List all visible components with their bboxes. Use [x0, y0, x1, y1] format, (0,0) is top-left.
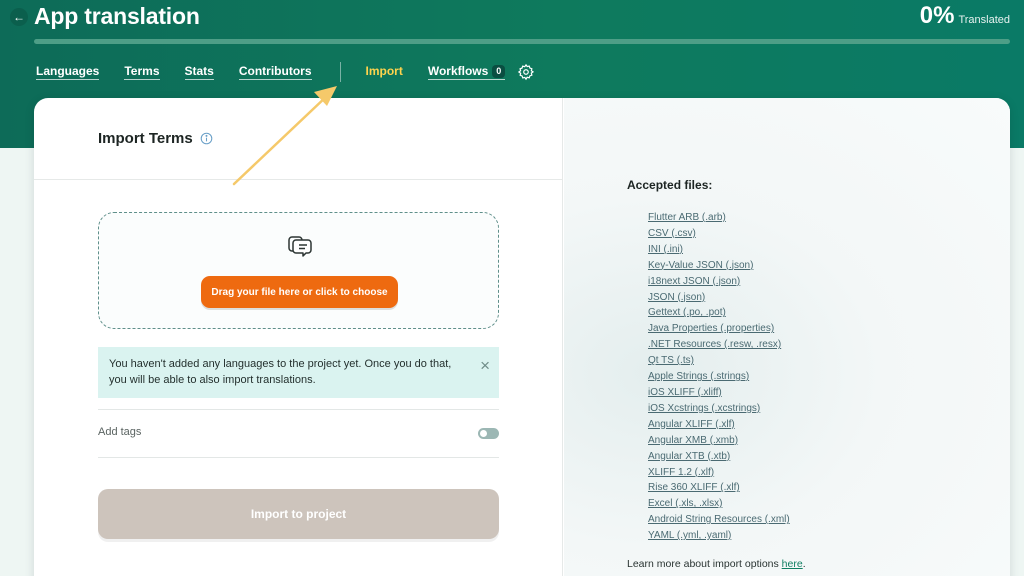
progress-bar: [34, 39, 1010, 44]
gear-icon[interactable]: [517, 63, 535, 81]
nav-languages[interactable]: Languages: [36, 64, 100, 80]
nav-stats[interactable]: Stats: [184, 64, 214, 80]
workflows-count-badge: 0: [492, 65, 506, 78]
nav-separator: [339, 62, 341, 82]
accepted-file-link[interactable]: Angular XLIFF (.xlf): [648, 417, 790, 433]
accepted-file-link[interactable]: Gettext (.po, .pot): [648, 305, 790, 321]
accepted-file-link[interactable]: iOS Xcstrings (.xcstrings): [648, 401, 790, 417]
accepted-file-link[interactable]: Java Properties (.properties): [648, 321, 790, 337]
accepted-file-link[interactable]: Excel (.xls, .xlsx): [648, 496, 790, 512]
learn-more-prefix: Learn more about import options: [627, 558, 782, 570]
progress-percent: 0%: [919, 2, 955, 29]
nav-import[interactable]: Import: [366, 64, 403, 80]
accepted-file-link[interactable]: Angular XTB (.xtb): [648, 449, 790, 465]
import-to-project-button[interactable]: Import to project: [98, 489, 499, 539]
import-card: Import Terms Drag your file here or clic…: [34, 98, 1010, 576]
translation-progress: 0% Translated: [920, 2, 1010, 30]
import-panel: Import Terms Drag your file here or clic…: [34, 98, 563, 576]
page-title: App translation: [34, 3, 200, 29]
learn-more-link[interactable]: here: [782, 558, 803, 570]
no-languages-notice: You haven't added any languages to the p…: [98, 347, 499, 398]
learn-more-text: Learn more about import options here.: [627, 558, 806, 570]
progress-label: Translated: [958, 14, 1010, 26]
close-icon[interactable]: ×: [480, 357, 490, 374]
accepted-file-link[interactable]: Angular XMB (.xmb): [648, 433, 790, 449]
accepted-file-link[interactable]: iOS XLIFF (.xliff): [648, 385, 790, 401]
add-tags-toggle[interactable]: [478, 428, 499, 439]
accepted-file-link[interactable]: Qt TS (.ts): [648, 353, 790, 369]
accepted-file-link[interactable]: .NET Resources (.resw, .resx): [648, 337, 790, 353]
accepted-file-link[interactable]: i18next JSON (.json): [648, 274, 790, 290]
import-panel-header: Import Terms: [34, 98, 562, 180]
add-tags-label: Add tags: [98, 426, 142, 438]
back-button[interactable]: ←: [10, 8, 28, 26]
accepted-file-link[interactable]: XLIFF 1.2 (.xlf): [648, 465, 790, 481]
choose-file-button[interactable]: Drag your file here or click to choose: [201, 276, 398, 308]
notice-text: You haven't added any languages to the p…: [109, 358, 452, 386]
accepted-file-link[interactable]: JSON (.json): [648, 290, 790, 306]
accepted-file-link[interactable]: Key-Value JSON (.json): [648, 258, 790, 274]
accepted-file-link[interactable]: Flutter ARB (.arb): [648, 210, 790, 226]
import-title: Import Terms: [98, 130, 193, 147]
toggle-knob: [480, 430, 487, 437]
back-arrow-icon: ←: [13, 10, 25, 24]
accepted-files-panel: Accepted files: Flutter ARB (.arb) CSV (.…: [564, 98, 1010, 576]
accepted-file-link[interactable]: INI (.ini): [648, 242, 790, 258]
nav-contributors[interactable]: Contributors: [238, 64, 312, 80]
nav-workflows-label: Workflows: [427, 64, 489, 78]
nav-workflows[interactable]: Workflows 0: [427, 64, 506, 80]
nav-terms[interactable]: Terms: [124, 64, 160, 80]
accepted-file-link[interactable]: Apple Strings (.strings): [648, 369, 790, 385]
accepted-file-link[interactable]: Android String Resources (.xml): [648, 512, 790, 528]
accepted-files-list: Flutter ARB (.arb) CSV (.csv) INI (.ini) Ke…: [648, 210, 790, 544]
divider: [98, 457, 499, 458]
accepted-file-link[interactable]: Rise 360 XLIFF (.xlf): [648, 480, 790, 496]
file-dropzone[interactable]: Drag your file here or click to choose: [98, 212, 499, 329]
info-icon[interactable]: [200, 132, 213, 145]
accepted-file-link[interactable]: CSV (.csv): [648, 226, 790, 242]
project-nav: Languages Terms Stats Contributors Impor…: [36, 62, 535, 82]
accepted-files-title: Accepted files:: [627, 178, 713, 192]
accepted-file-link[interactable]: YAML (.yml, .yaml): [648, 528, 790, 544]
document-chat-icon: [288, 236, 312, 257]
divider: [98, 409, 499, 410]
learn-more-suffix: .: [802, 558, 806, 570]
